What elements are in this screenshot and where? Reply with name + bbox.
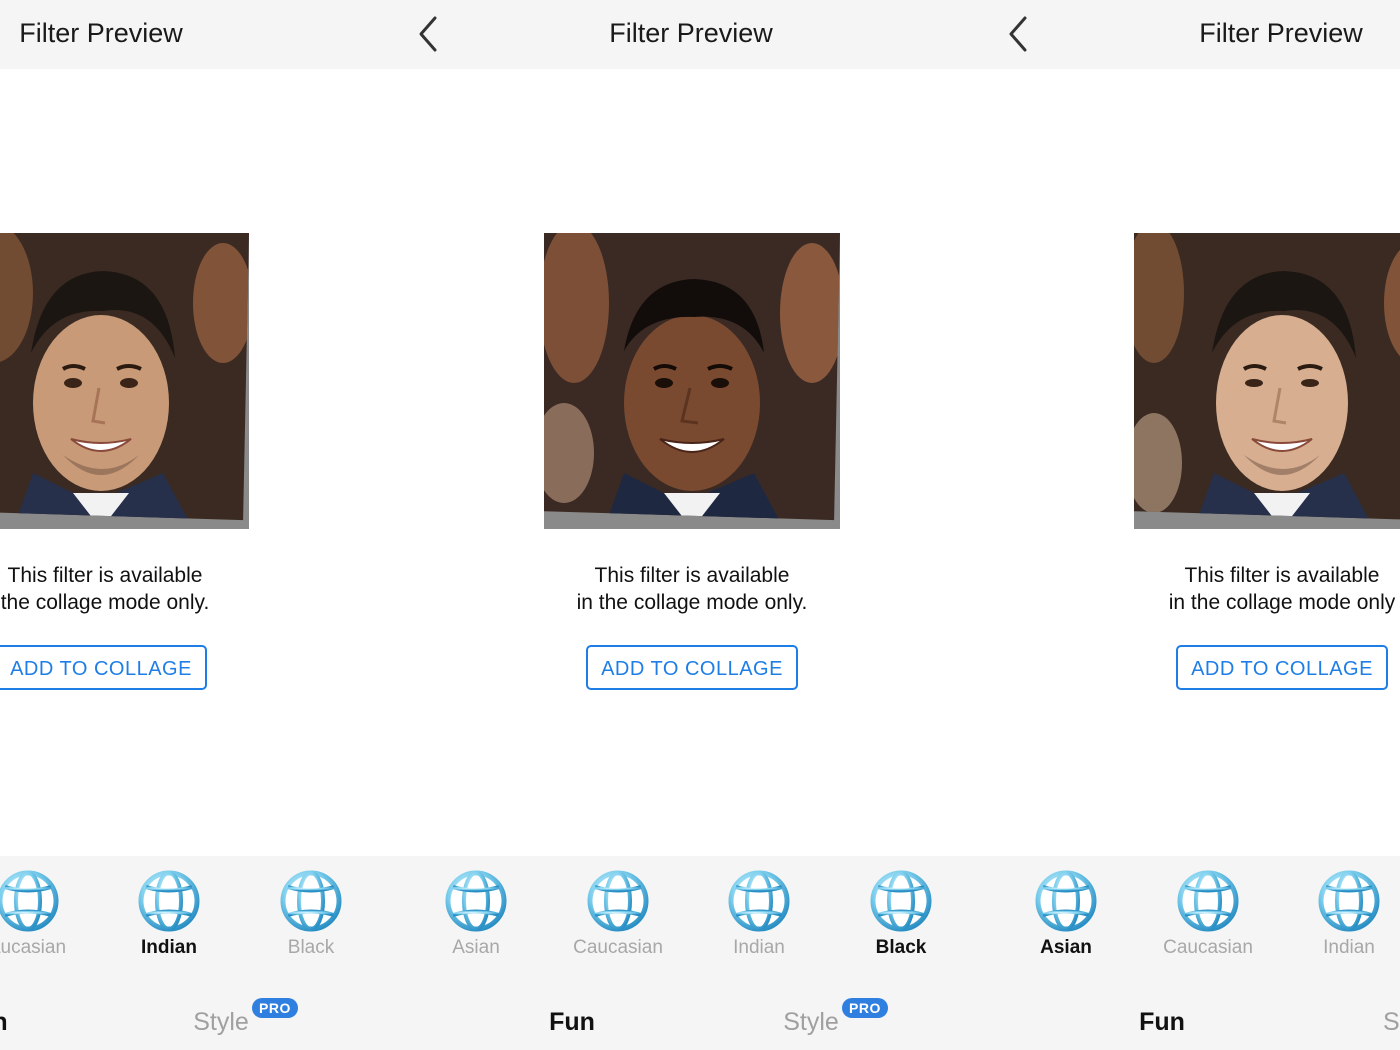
face-photo xyxy=(544,233,840,521)
nav-bar: Filter Preview xyxy=(990,0,1400,69)
back-chevron-icon[interactable] xyxy=(416,14,440,54)
page-title: Filter Preview xyxy=(609,18,773,48)
back-chevron-icon[interactable] xyxy=(1006,14,1030,54)
message-line-1: This filter is available xyxy=(594,564,790,587)
filter-preview-image xyxy=(544,233,840,529)
nav-bar: Filter Preview xyxy=(0,0,400,69)
message-line-2: in the collage mode only. xyxy=(576,591,808,614)
globe-icon xyxy=(0,870,59,932)
message-line-2: the collage mode only. xyxy=(0,591,210,614)
filter-item-asian[interactable]: Asian xyxy=(1001,870,1131,959)
filter-preview-image xyxy=(0,233,249,529)
globe-icon xyxy=(728,870,790,932)
category-tab-style[interactable]: Style xyxy=(783,1008,839,1037)
face-photo xyxy=(0,233,249,521)
filter-item-indian[interactable]: Indian xyxy=(694,870,824,959)
message-line-2: in the collage mode only xyxy=(1168,591,1396,614)
screen-panel-1: Filter Preview This filter is available … xyxy=(0,0,400,1050)
face-photo xyxy=(1134,233,1400,521)
filter-item-caucasian[interactable]: Caucasian xyxy=(1143,870,1273,959)
page-title: Filter Preview xyxy=(1199,18,1363,48)
category-tab-fun[interactable]: Fun xyxy=(549,1008,595,1037)
category-tab-fun[interactable]: n xyxy=(0,1008,8,1037)
page-title: Filter Preview xyxy=(19,18,183,48)
category-tab-style[interactable]: Style xyxy=(193,1008,249,1037)
message-line-1: This filter is available xyxy=(7,564,203,587)
globe-icon xyxy=(1035,870,1097,932)
filter-item-black[interactable]: Black xyxy=(836,870,966,959)
filter-item-indian[interactable]: Indian xyxy=(1284,870,1400,959)
pro-badge: PRO xyxy=(252,998,298,1018)
globe-icon xyxy=(587,870,649,932)
category-tab-fun[interactable]: Fun xyxy=(1139,1008,1185,1037)
filter-item-indian[interactable]: Indian xyxy=(104,870,234,959)
globe-icon xyxy=(138,870,200,932)
globe-icon xyxy=(445,870,507,932)
nav-bar: Filter Preview xyxy=(400,0,990,69)
filter-item-black[interactable]: Black xyxy=(246,870,376,959)
globe-icon xyxy=(1318,870,1380,932)
filter-preview-image xyxy=(1134,233,1400,529)
category-tab-style[interactable]: Sty xyxy=(1383,1008,1400,1037)
availability-message: This filter is available in the collage … xyxy=(482,562,902,616)
add-to-collage-button[interactable]: ADD TO COLLAGE xyxy=(1176,645,1388,690)
add-to-collage-button[interactable]: ADD TO COLLAGE xyxy=(586,645,798,690)
globe-icon xyxy=(280,870,342,932)
screen-panel-2: Filter Preview This filter is available … xyxy=(400,0,990,1050)
globe-icon xyxy=(870,870,932,932)
screen-panel-3: Filter Preview This filter is available … xyxy=(990,0,1400,1050)
globe-icon xyxy=(1177,870,1239,932)
add-to-collage-button[interactable]: ADD TO COLLAGE xyxy=(0,645,207,690)
message-line-1: This filter is available xyxy=(1184,564,1380,587)
availability-message: This filter is available the collage mod… xyxy=(0,562,315,616)
availability-message: This filter is available in the collage … xyxy=(1072,562,1400,616)
filter-item-caucasian[interactable]: Caucasian xyxy=(553,870,683,959)
filter-item-caucasian[interactable]: aucasian xyxy=(0,870,93,959)
filter-item-asian[interactable]: Asian xyxy=(411,870,541,959)
pro-badge: PRO xyxy=(842,998,888,1018)
